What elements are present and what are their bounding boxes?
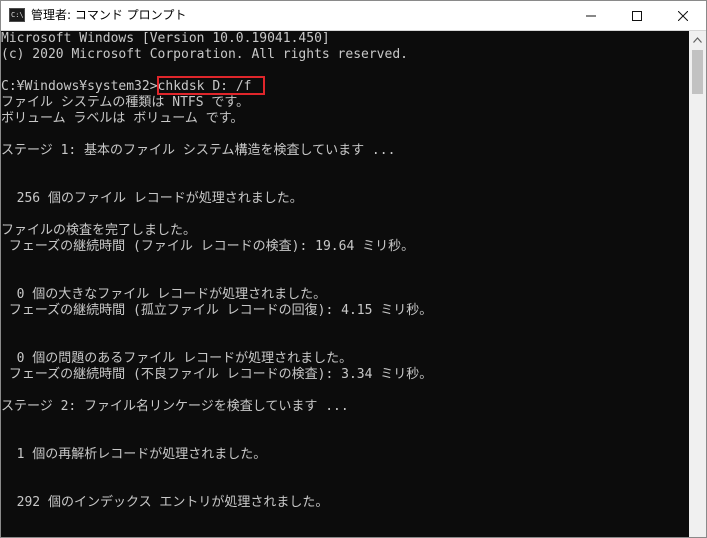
minimize-icon: [586, 15, 596, 16]
vertical-scrollbar[interactable]: [689, 31, 706, 537]
window-title: 管理者: コマンド プロンプト: [31, 8, 187, 22]
console-line-file-records: 256 個のファイル レコードが処理されました。: [1, 191, 303, 206]
console-line-phase-time-1: フェーズの継続時間 (ファイル レコードの検査): 19.64 ミリ秒。: [1, 239, 415, 254]
console-line-bad-records: 0 個の問題のあるファイル レコードが処理されました。: [1, 351, 353, 366]
maximize-button[interactable]: [614, 1, 660, 30]
close-button[interactable]: [660, 1, 706, 30]
console-line-file-check-done: ファイルの検査を完了しました。: [1, 223, 197, 238]
close-icon: [678, 10, 688, 21]
console-line-stage1: ステージ 1: 基本のファイル システム構造を検査しています ...: [1, 143, 396, 158]
console-line-phase-time-2: フェーズの継続時間 (孤立ファイル レコードの回復): 4.15 ミリ秒。: [1, 303, 433, 318]
scroll-up-arrow-icon: [693, 36, 702, 43]
minimize-button[interactable]: [568, 1, 614, 30]
console-line-reparse-records: 1 個の再解析レコードが処理されました。: [1, 447, 267, 462]
console-line-volume-label: ボリューム ラベルは ボリューム です。: [1, 111, 244, 126]
command-prompt-path: C:¥Windows¥system32>: [1, 79, 158, 94]
command-prompt-window: C:\ 管理者: コマンド プロンプト Microsoft Windows [V…: [0, 0, 707, 538]
console-line-copyright: (c) 2020 Microsoft Corporation. All righ…: [1, 47, 408, 62]
scrollbar-thumb[interactable]: [692, 50, 703, 94]
console-line-filesystem: ファイル システムの種類は NTFS です。: [1, 95, 250, 110]
console-line-large-records: 0 個の大きなファイル レコードが処理されました。: [1, 287, 327, 302]
maximize-icon: [632, 10, 642, 21]
console-line-stage2: ステージ 2: ファイル名リンケージを検査しています ...: [1, 399, 349, 414]
scroll-up-button[interactable]: [689, 31, 706, 48]
console-line-index-entries: 292 個のインデックス エントリが処理されました。: [1, 495, 329, 510]
console-app-icon[interactable]: C:\: [9, 8, 25, 22]
console-line-phase-time-3: フェーズの継続時間 (不良ファイル レコードの検査): 3.34 ミリ秒。: [1, 367, 433, 382]
console-line-version: Microsoft Windows [Version 10.0.19041.45…: [1, 31, 330, 46]
command-highlight-box: [157, 76, 265, 95]
title-bar[interactable]: C:\ 管理者: コマンド プロンプト: [1, 1, 706, 31]
console-output[interactable]: Microsoft Windows [Version 10.0.19041.45…: [1, 31, 689, 537]
